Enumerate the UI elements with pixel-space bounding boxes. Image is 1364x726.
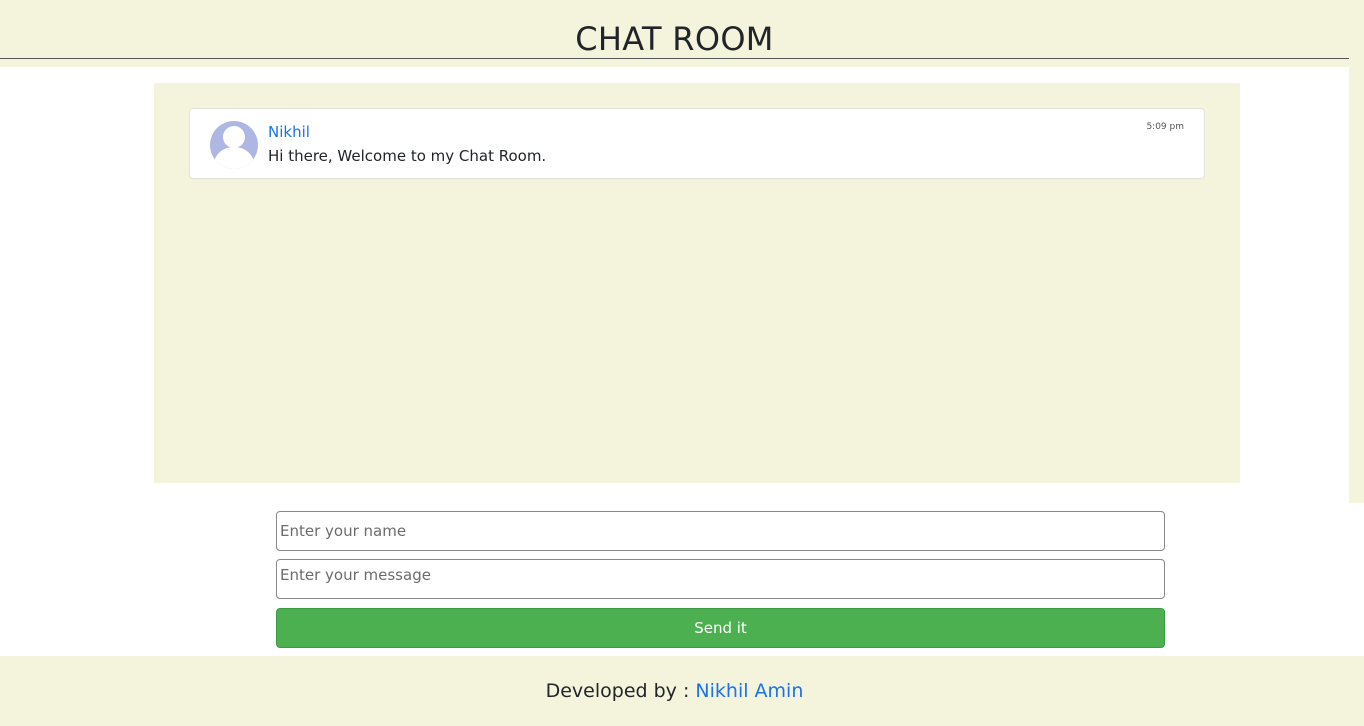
message-author-link[interactable]: Nikhil — [268, 123, 310, 141]
message-timestamp: 5:09 pm — [1146, 122, 1184, 132]
scrollbar-track[interactable] — [1349, 0, 1364, 503]
send-button[interactable]: Send it — [276, 608, 1165, 648]
developer-credit: Developed by : Nikhil Amin — [0, 680, 1349, 702]
message-input[interactable] — [276, 559, 1165, 599]
credit-prefix: Developed by : — [545, 680, 696, 702]
message-text: Hi there, Welcome to my Chat Room. — [268, 147, 547, 165]
page-header: CHAT ROOM — [0, 0, 1349, 67]
page-footer: Developed by : Nikhil Amin — [0, 656, 1364, 726]
developer-link[interactable]: Nikhil Amin — [695, 680, 803, 702]
header-divider — [0, 58, 1349, 59]
page-title: CHAT ROOM — [575, 20, 774, 58]
chat-message: Nikhil Hi there, Welcome to my Chat Room… — [189, 108, 1205, 179]
chat-messages-area[interactable]: Nikhil Hi there, Welcome to my Chat Room… — [154, 83, 1240, 483]
name-input[interactable] — [276, 511, 1165, 551]
user-avatar-icon — [210, 121, 258, 169]
